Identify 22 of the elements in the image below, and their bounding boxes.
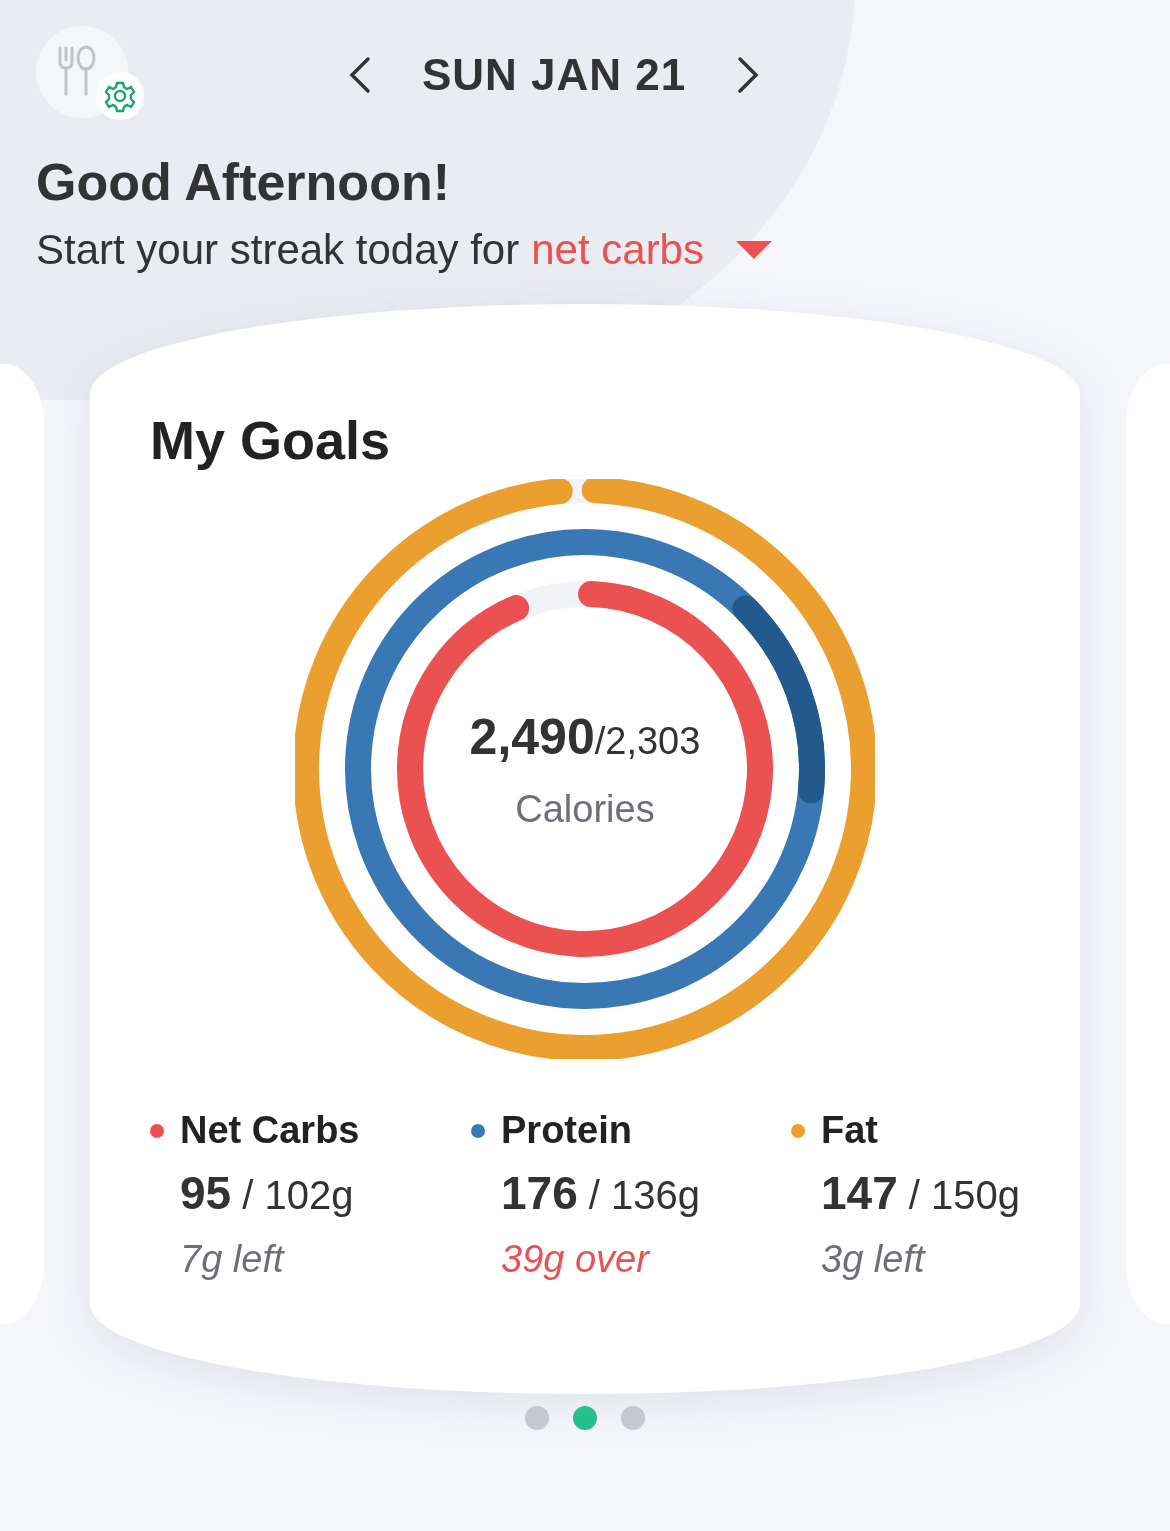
page-dot[interactable] — [573, 1406, 597, 1430]
calories-label: Calories — [515, 787, 655, 831]
macro-remaining: 7g left — [180, 1238, 286, 1281]
macro-name: Fat — [821, 1109, 878, 1152]
macro-amount: 176 / 136g — [501, 1166, 702, 1220]
caret-icon — [734, 239, 774, 261]
macro-amount: 147 / 150g — [821, 1166, 1022, 1220]
macro-remaining: 39g over — [501, 1238, 651, 1281]
greeting: Good Afternoon! — [36, 152, 451, 212]
next-icon[interactable] — [736, 56, 761, 94]
streak-text: Start your streak today for — [36, 226, 520, 274]
macro-remaining: 3g left — [821, 1238, 927, 1281]
calories-value: 2,490/2,303 — [469, 707, 701, 766]
previous-icon[interactable] — [348, 56, 372, 94]
streak-dropdown[interactable]: net carbs — [531, 226, 774, 274]
page-dot[interactable] — [525, 1406, 549, 1430]
macro-name: Net Carbs — [180, 1109, 360, 1152]
date-label: SUN JAN 21 — [422, 50, 687, 100]
macro-name: Protein — [501, 1109, 632, 1152]
page-dot[interactable] — [621, 1406, 645, 1430]
card-title: My Goals — [150, 409, 392, 471]
macro-amount: 95 / 102g — [180, 1166, 355, 1220]
